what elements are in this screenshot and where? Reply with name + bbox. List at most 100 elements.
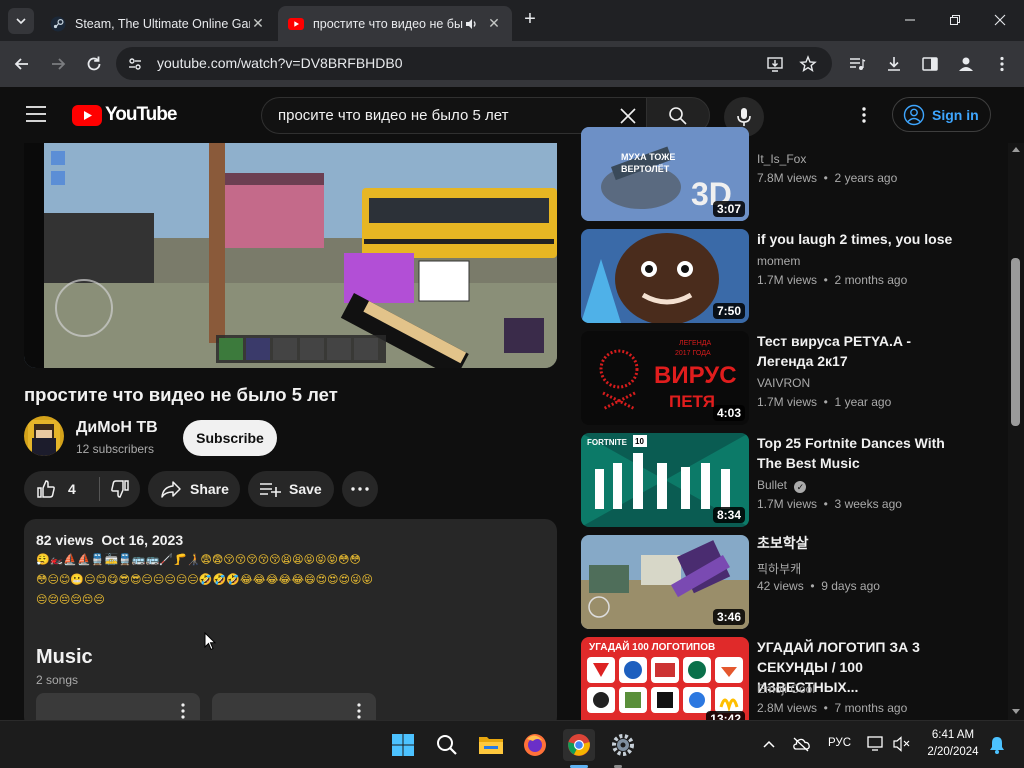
more-horiz-icon xyxy=(351,487,369,491)
speaker-icon[interactable] xyxy=(464,17,478,31)
clock-date[interactable]: 2/20/2024 xyxy=(920,746,986,758)
share-button[interactable]: Share xyxy=(148,471,240,507)
duration-badge: 13:42 xyxy=(706,711,745,720)
profile-icon[interactable] xyxy=(957,55,975,73)
rec-meta: 1.7M views • 1 year ago xyxy=(757,395,892,409)
firefox-button[interactable] xyxy=(519,729,551,761)
rec-item[interactable]: FORTNITE 10 8:34 Top 25 Fortnite Dances … xyxy=(581,433,1001,527)
tab-youtube[interactable]: простите что видео не бы ✕ xyxy=(278,6,512,41)
rec-title[interactable]: Top 25 Fortnite Dances With The Best Mus… xyxy=(757,433,967,473)
thumb-caption-line1: МУХА ТОЖЕ xyxy=(621,152,675,162)
network-icon[interactable] xyxy=(867,736,885,752)
star-icon[interactable] xyxy=(799,55,817,73)
rec-meta: 2.8M views • 7 months ago xyxy=(757,701,908,715)
side-panel-icon[interactable] xyxy=(921,55,939,73)
thumbs-down-icon xyxy=(111,480,129,498)
page-scrollbar[interactable] xyxy=(1008,143,1024,720)
rec-item[interactable]: МУХА ТОЖЕ ВЕРТОЛЁТ 3D 3:07 It_Is_Fox 7.8… xyxy=(581,127,1001,221)
more-vert-icon[interactable] xyxy=(356,702,362,720)
more-actions-button[interactable] xyxy=(342,471,378,507)
thumb-fortnite-text: FORTNITE xyxy=(587,438,628,447)
back-button[interactable] xyxy=(12,54,32,74)
channel-name[interactable]: ДиМоН ТВ xyxy=(76,419,158,437)
tab-title: Steam, The Ultimate Online Gam xyxy=(75,16,250,31)
more-vert-icon[interactable] xyxy=(180,702,186,720)
more-vert-icon[interactable] xyxy=(993,55,1011,73)
tab-search-button[interactable] xyxy=(8,8,34,34)
rec-item[interactable]: УГАДАЙ 100 ЛОГОТИПОВ 13:42 УГАДАЙ ЛОГОТИ… xyxy=(581,637,1001,720)
channel-avatar[interactable] xyxy=(24,416,64,456)
rec-channel[interactable]: Bullet ✓ xyxy=(757,478,807,493)
notification-bell-icon[interactable] xyxy=(989,736,1005,754)
scrollbar-thumb[interactable] xyxy=(1011,258,1020,426)
language-indicator[interactable]: РУС xyxy=(828,737,851,749)
youtube-logo[interactable]: YouTube xyxy=(72,104,177,126)
more-vert-icon[interactable] xyxy=(855,106,873,124)
rec-thumbnail[interactable]: 3:46 xyxy=(581,535,749,629)
video-title: простите что видео не было 5 лет xyxy=(24,384,338,405)
rec-channel[interactable]: momem xyxy=(757,254,800,268)
rec-channel[interactable]: It_Is_Fox xyxy=(757,152,806,166)
rec-thumbnail[interactable]: УГАДАЙ 100 ЛОГОТИПОВ 13:42 xyxy=(581,637,749,720)
new-tab-button[interactable]: + xyxy=(520,9,540,30)
rec-thumbnail[interactable]: МУХА ТОЖЕ ВЕРТОЛЁТ 3D 3:07 xyxy=(581,127,749,221)
scroll-down-icon[interactable] xyxy=(1012,709,1020,715)
speaker-muted-icon[interactable] xyxy=(893,736,911,752)
steam-taskbar-button[interactable] xyxy=(607,729,639,761)
video-player[interactable] xyxy=(24,143,557,368)
chevron-up-icon[interactable] xyxy=(762,739,776,749)
site-settings-icon[interactable] xyxy=(127,56,143,72)
address-bar[interactable]: youtube.com/watch?v=DV8BRFBHDB0 xyxy=(116,47,832,80)
rec-item[interactable]: 3:46 초보학살 픽하부캐 42 views • 9 days ago xyxy=(581,535,1001,629)
taskbar-search-button[interactable] xyxy=(431,729,463,761)
rec-meta: 1.7M views • 2 months ago xyxy=(757,273,908,287)
hamburger-menu-icon[interactable] xyxy=(26,106,46,122)
chrome-button[interactable] xyxy=(563,729,595,761)
minimize-button[interactable] xyxy=(902,12,918,28)
chrome-icon xyxy=(568,734,590,756)
description-emoji-line: 😮‍💨🏍️⛵⛵🚆🚋🚆🚌🚌🦯🦵🧑‍🦯😨😨😚😚😚😚😚😫😫😝😝😝😳😳 xyxy=(36,554,361,566)
save-button[interactable]: Save xyxy=(248,471,334,507)
download-icon[interactable] xyxy=(885,55,903,73)
media-controls-icon[interactable] xyxy=(848,55,866,73)
rec-channel[interactable]: 픽하부캐 xyxy=(757,560,801,577)
close-window-button[interactable] xyxy=(992,12,1008,28)
cloud-offline-icon[interactable] xyxy=(791,736,811,752)
restore-button[interactable] xyxy=(947,12,963,28)
windows-logo-icon xyxy=(392,734,414,756)
search-icon xyxy=(437,735,457,755)
dislike-button[interactable] xyxy=(100,471,140,507)
like-button[interactable]: 4 xyxy=(24,471,99,507)
rec-title[interactable]: Тест вируса PETYA.A - Легенда 2к17 xyxy=(757,331,967,371)
rec-item[interactable]: ЛЕГЕНДА 2017 ГОДА ВИРУС ПЕТЯ 4:03 Тест в… xyxy=(581,331,1001,425)
close-icon[interactable]: ✕ xyxy=(486,15,502,32)
share-icon xyxy=(161,481,181,498)
subscribe-button[interactable]: Subscribe xyxy=(183,420,277,456)
rec-thumbnail[interactable]: FORTNITE 10 8:34 xyxy=(581,433,749,527)
rec-thumbnail[interactable]: 7:50 xyxy=(581,229,749,323)
file-explorer-button[interactable] xyxy=(475,729,507,761)
rec-item[interactable]: 7:50 if you laugh 2 times, you lose mome… xyxy=(581,229,1001,323)
close-icon[interactable]: ✕ xyxy=(250,15,266,32)
rec-title[interactable]: if you laugh 2 times, you lose xyxy=(757,229,967,249)
like-dislike-group: 4 xyxy=(24,471,140,507)
verified-icon: ✓ xyxy=(794,481,807,493)
forward-button[interactable] xyxy=(48,54,68,74)
rec-channel[interactable]: Emoji Cool xyxy=(757,682,815,696)
scroll-up-icon[interactable] xyxy=(1012,146,1020,152)
reload-button[interactable] xyxy=(84,54,104,74)
save-label: Save xyxy=(289,481,322,497)
start-button[interactable] xyxy=(387,729,419,761)
reload-icon xyxy=(87,56,101,71)
description-box[interactable]: 82 views Oct 16, 2023 😮‍💨🏍️⛵⛵🚆🚋🚆🚌🚌🦯🦵🧑‍🦯😨… xyxy=(24,519,557,729)
clear-search-icon[interactable] xyxy=(618,106,638,126)
video-frame xyxy=(24,143,557,368)
rec-title[interactable]: 초보학살 xyxy=(757,533,967,553)
tab-steam[interactable]: Steam, The Ultimate Online Gam ✕ xyxy=(40,6,276,41)
duration-badge: 7:50 xyxy=(712,303,745,319)
rec-channel[interactable]: VAIVRON xyxy=(757,376,810,390)
rec-thumbnail[interactable]: ЛЕГЕНДА 2017 ГОДА ВИРУС ПЕТЯ 4:03 xyxy=(581,331,749,425)
search-input[interactable]: просите что видео не было 5 лет xyxy=(278,107,508,124)
clock-time[interactable]: 6:41 AM xyxy=(920,729,986,741)
install-app-icon[interactable] xyxy=(766,55,784,73)
